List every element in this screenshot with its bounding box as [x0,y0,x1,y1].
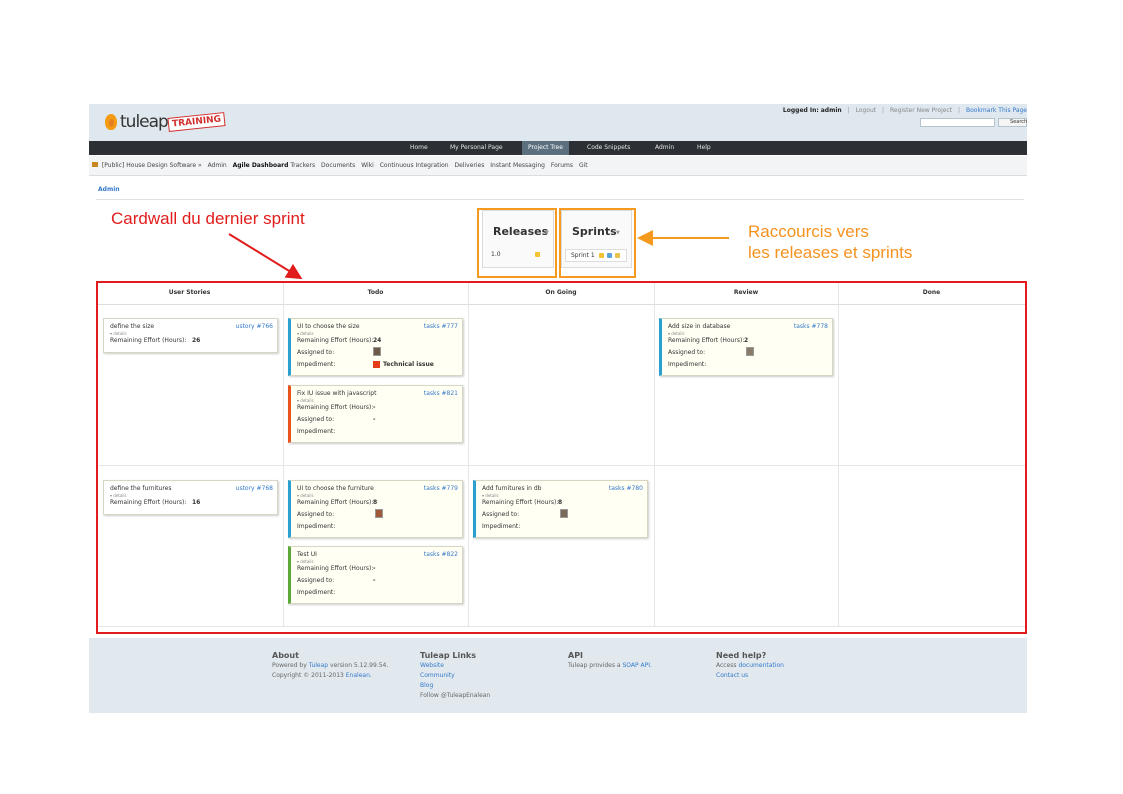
tab-deliveries[interactable]: Deliveries [455,162,485,169]
project-name[interactable]: [Public] House Design Software » [102,162,202,169]
nav-help[interactable]: Help [697,141,711,155]
top-bar: tuleap TRAINING Logged In: admin | Logou… [89,104,1027,141]
footer-contact-link[interactable]: Contact us [716,671,784,681]
sprints-highlight-frame [559,208,636,278]
footer-soap-api-link[interactable]: SOAP API. [622,662,651,669]
shortcuts-annotation: Raccourcis vers les releases et sprints [748,221,912,263]
footer-help-title: Need help? [716,651,767,660]
footer-api-text: Tuleap provides a [568,662,621,669]
tuleap-flame-icon [105,114,117,130]
nav-home[interactable]: Home [410,141,428,155]
tuleap-logo[interactable]: tuleap TRAINING [105,109,226,135]
footer-copyright: Copyright © 2011-2013 [272,672,344,679]
tab-admin[interactable]: Admin [208,162,227,169]
footer-version: version 5.12.99.54. [330,662,389,669]
footer-links: Tuleap Links Website Community Blog Foll… [420,650,490,701]
tab-instant-messaging[interactable]: Instant Messaging [490,162,545,169]
breadcrumb-admin[interactable]: Admin [98,186,120,193]
user-bar: Logged In: admin | Logout | Register New… [782,107,1027,114]
footer-documentation-link[interactable]: documentation [738,662,783,669]
project-nav: [Public] House Design Software » Admin A… [89,156,1027,176]
footer-follow-link[interactable]: Follow @TuleapEnalean [420,691,490,701]
nav-admin[interactable]: Admin [655,141,674,155]
nav-my-personal-page[interactable]: My Personal Page [450,141,503,155]
logout-link[interactable]: Logout [856,107,877,114]
footer-access-text: Access [716,662,737,669]
tab-continuous-integration[interactable]: Continuous Integration [380,162,449,169]
tab-wiki[interactable]: Wiki [361,162,374,169]
logged-in-label: Logged In: [782,107,819,114]
nav-code-snippets[interactable]: Code Snippets [587,141,630,155]
footer-about: About Powered by Tuleap version 5.12.99.… [272,650,388,681]
tab-git[interactable]: Git [579,162,588,169]
shortcuts-annotation-line1: Raccourcis vers [748,222,869,241]
nav-project-tree[interactable]: Project Tree [522,141,569,155]
main-nav: Home My Personal Page Project Tree Code … [89,141,1027,155]
tab-forums[interactable]: Forums [551,162,573,169]
footer-enalean-link[interactable]: Enalean. [346,672,372,679]
search-input[interactable] [920,118,995,127]
footer-blog-link[interactable]: Blog [420,681,490,691]
breadcrumb-divider [96,199,1024,200]
footer-api-title: API [568,651,584,660]
footer-help: Need help? Access documentation Contact … [716,650,784,681]
releases-highlight-frame [477,208,557,278]
cardwall-highlight-frame [96,281,1027,634]
footer-api: API Tuleap provides a SOAP API. [568,650,652,671]
tab-trackers[interactable]: Trackers [290,162,315,169]
footer-about-title: About [272,651,299,660]
footer-website-link[interactable]: Website [420,661,490,671]
register-project-link[interactable]: Register New Project [890,107,952,114]
footer-tuleap-link[interactable]: Tuleap [309,662,328,669]
footer: About Powered by Tuleap version 5.12.99.… [89,638,1027,713]
tab-agile-dashboard[interactable]: Agile Dashboard [233,162,289,169]
training-stamp: TRAINING [167,112,226,132]
tab-documents[interactable]: Documents [321,162,355,169]
logged-in-user: admin [820,107,842,114]
footer-powered-by: Powered by [272,662,307,669]
footer-links-title: Tuleap Links [420,651,476,660]
logo-text: tuleap [120,112,169,132]
search-button[interactable]: Search [998,118,1027,127]
bookmark-link[interactable]: Bookmark This Page [966,107,1027,114]
footer-community-link[interactable]: Community [420,671,490,681]
cardwall-annotation: Cardwall du dernier sprint [111,209,305,228]
shortcuts-annotation-line2: les releases et sprints [748,243,913,262]
project-icon [92,162,98,167]
